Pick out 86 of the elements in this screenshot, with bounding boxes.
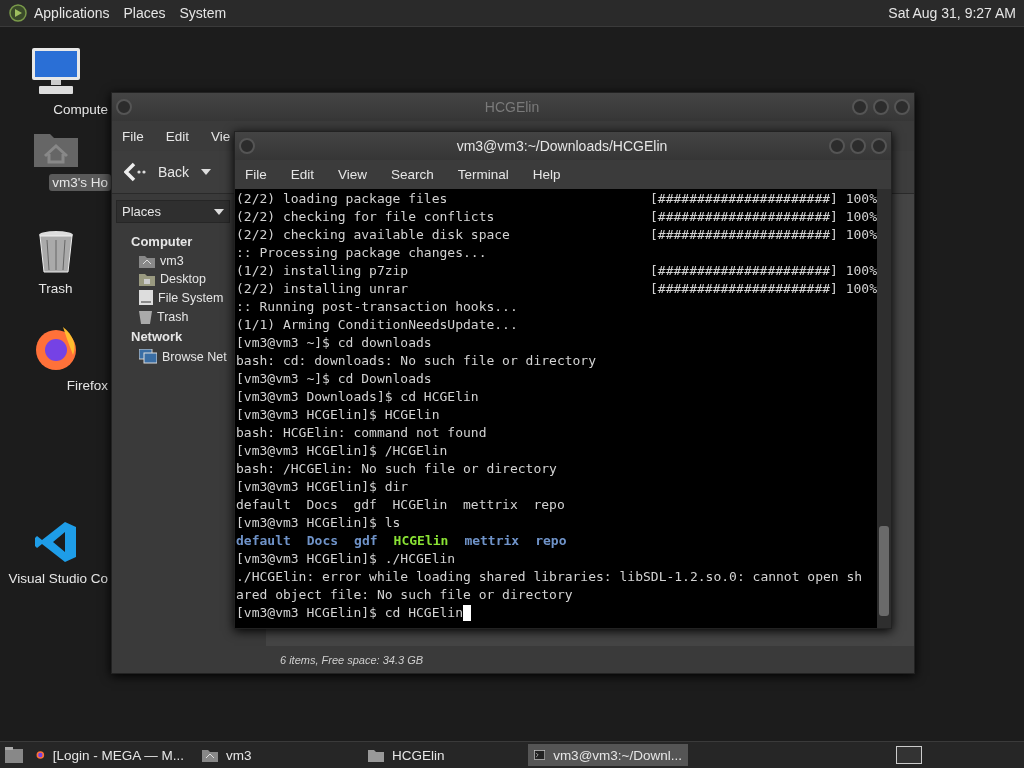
progress-text: [######################] 100% — [650, 280, 877, 298]
desktop-icon-label[interactable]: Visual Studio Co — [5, 570, 111, 587]
taskbar-button[interactable]: HCGElin — [362, 744, 522, 766]
terminal-line: bash: cd: downloads: No such file or directory — [236, 352, 597, 370]
terminal-icon — [534, 748, 546, 762]
taskbar-button[interactable]: vm3 — [196, 744, 356, 766]
taskbar-button[interactable]: vm3@vm3:~/Downl... — [528, 744, 688, 766]
terminal-line: (2/2) installing unrar — [236, 280, 409, 298]
terminal-line: (2/2) checking available disk space — [236, 226, 510, 244]
clock[interactable]: Sat Aug 31, 9:27 AM — [888, 5, 1016, 21]
taskbar-button[interactable]: [Login - MEGA — M... — [30, 744, 190, 766]
drive-icon — [139, 290, 153, 305]
caret-icon — [214, 208, 224, 215]
sidebar-item[interactable]: File System — [158, 290, 224, 305]
menu-item[interactable]: Edit — [165, 128, 190, 144]
menu-item[interactable]: Search — [391, 167, 434, 182]
workspace-switcher[interactable] — [896, 746, 922, 764]
sidebar-item[interactable]: vm3 — [160, 254, 184, 268]
sidebar-item[interactable]: Browse Net — [162, 349, 227, 364]
terminal-line: :: Running post-transaction hooks... — [236, 298, 518, 316]
terminal-line: default Docs gdf HCGElin mettrix repo — [236, 496, 565, 514]
folder-icon — [368, 748, 384, 762]
sidebar-item[interactable]: Trash — [157, 309, 189, 324]
file-name: HCGElin — [393, 532, 449, 550]
window-title: vm3@vm3:~/Downloads/HCGElin — [455, 138, 669, 154]
folder-icon — [139, 272, 155, 286]
sidebar-item[interactable]: Desktop — [160, 272, 206, 286]
terminal-line: (2/2) loading package files — [236, 190, 448, 208]
file-name: gdf — [354, 532, 378, 550]
menu-item[interactable]: File — [122, 128, 144, 144]
file-name: Docs — [306, 532, 339, 550]
progress-text: [######################] 100% — [650, 190, 877, 208]
menu-logo-icon[interactable] — [8, 3, 28, 23]
back-button[interactable]: Back — [122, 160, 192, 184]
file-name: mettrix — [464, 532, 520, 550]
sidebar-heading: Network — [131, 328, 183, 346]
back-arrow-icon — [124, 162, 146, 182]
desktop-icon-label[interactable]: vm3's Ho — [49, 174, 111, 191]
terminal-line: (2/2) checking for file conflicts — [236, 208, 495, 226]
menu-item[interactable]: View — [338, 167, 368, 182]
terminal-line: [vm3@vm3 ~]$ cd downloads — [236, 334, 432, 352]
terminal-line: (1/1) Arming ConditionNeedsUpdate... — [236, 316, 518, 334]
show-desktop-icon[interactable] — [4, 746, 24, 764]
desktop-icon-label[interactable]: Compute — [50, 101, 111, 118]
menu-item[interactable]: Edit — [290, 167, 315, 182]
terminal-line: [vm3@vm3 HCGElin]$ ls — [236, 514, 401, 532]
places-dropdown[interactable]: Places — [116, 200, 230, 223]
menu-item[interactable]: Vie — [211, 128, 231, 144]
file-name: repo — [535, 532, 567, 550]
menu-item[interactable]: Help — [532, 167, 561, 182]
panel-menu[interactable]: System — [179, 5, 227, 21]
terminal-line: [vm3@vm3 HCGElin]$ HCGElin — [236, 406, 440, 424]
network-icon — [139, 349, 157, 364]
terminal-line: ared object file: No such file or directory — [236, 586, 573, 604]
menu-item[interactable]: Terminal — [457, 167, 509, 182]
terminal-line: [vm3@vm3 HCGElin]$ /HCGElin — [236, 442, 448, 460]
terminal-line: bash: HCGElin: command not found — [236, 424, 487, 442]
sidebar-heading: Computer — [131, 233, 193, 251]
terminal-line: [vm3@vm3 Downloads]$ cd HCGElin — [236, 388, 479, 406]
code-editor-icon[interactable] — [33, 520, 78, 564]
terminal-line: [vm3@vm3 ~]$ cd Downloads — [236, 370, 432, 388]
trash-icon[interactable] — [36, 230, 75, 274]
progress-text: [######################] 100% — [650, 262, 877, 280]
terminal-line: [vm3@vm3 HCGElin]$ ./HCGElin — [236, 550, 456, 568]
terminal-line: :: Processing package changes... — [236, 244, 487, 262]
terminal-line: [vm3@vm3 HCGElin]$ cd HCGElin — [236, 604, 463, 622]
desktop-icon-label[interactable]: Trash — [35, 280, 76, 297]
window-title: HCGElin — [483, 99, 541, 115]
terminal-line: bash: /HCGElin: No such file or directory — [236, 460, 557, 478]
desktop-icon-label[interactable]: Firefox — [63, 377, 111, 394]
caret-icon[interactable] — [201, 169, 212, 175]
trash-icon — [139, 309, 152, 324]
panel-menu[interactable]: Applications — [34, 5, 110, 21]
terminal-line: ./HCGElin: error while loading shared libraries: libSDL-1.2.so.0: cannot open sh — [236, 568, 863, 586]
status-text: 6 items, Free space: 34.3 GB — [280, 653, 424, 666]
panel-menu[interactable]: Places — [123, 5, 166, 21]
file-name: default — [236, 532, 291, 550]
home-folder-icon — [139, 254, 155, 268]
terminal-line: [vm3@vm3 HCGElin]$ dir — [236, 478, 409, 496]
progress-text: [######################] 100% — [650, 226, 877, 244]
home-folder-icon — [202, 748, 218, 762]
menu-item[interactable]: File — [245, 167, 267, 182]
progress-text: [######################] 100% — [650, 208, 877, 226]
scrollbar[interactable] — [877, 189, 891, 628]
computer-icon[interactable] — [30, 47, 81, 95]
terminal-line: (1/2) installing p7zip — [236, 262, 409, 280]
